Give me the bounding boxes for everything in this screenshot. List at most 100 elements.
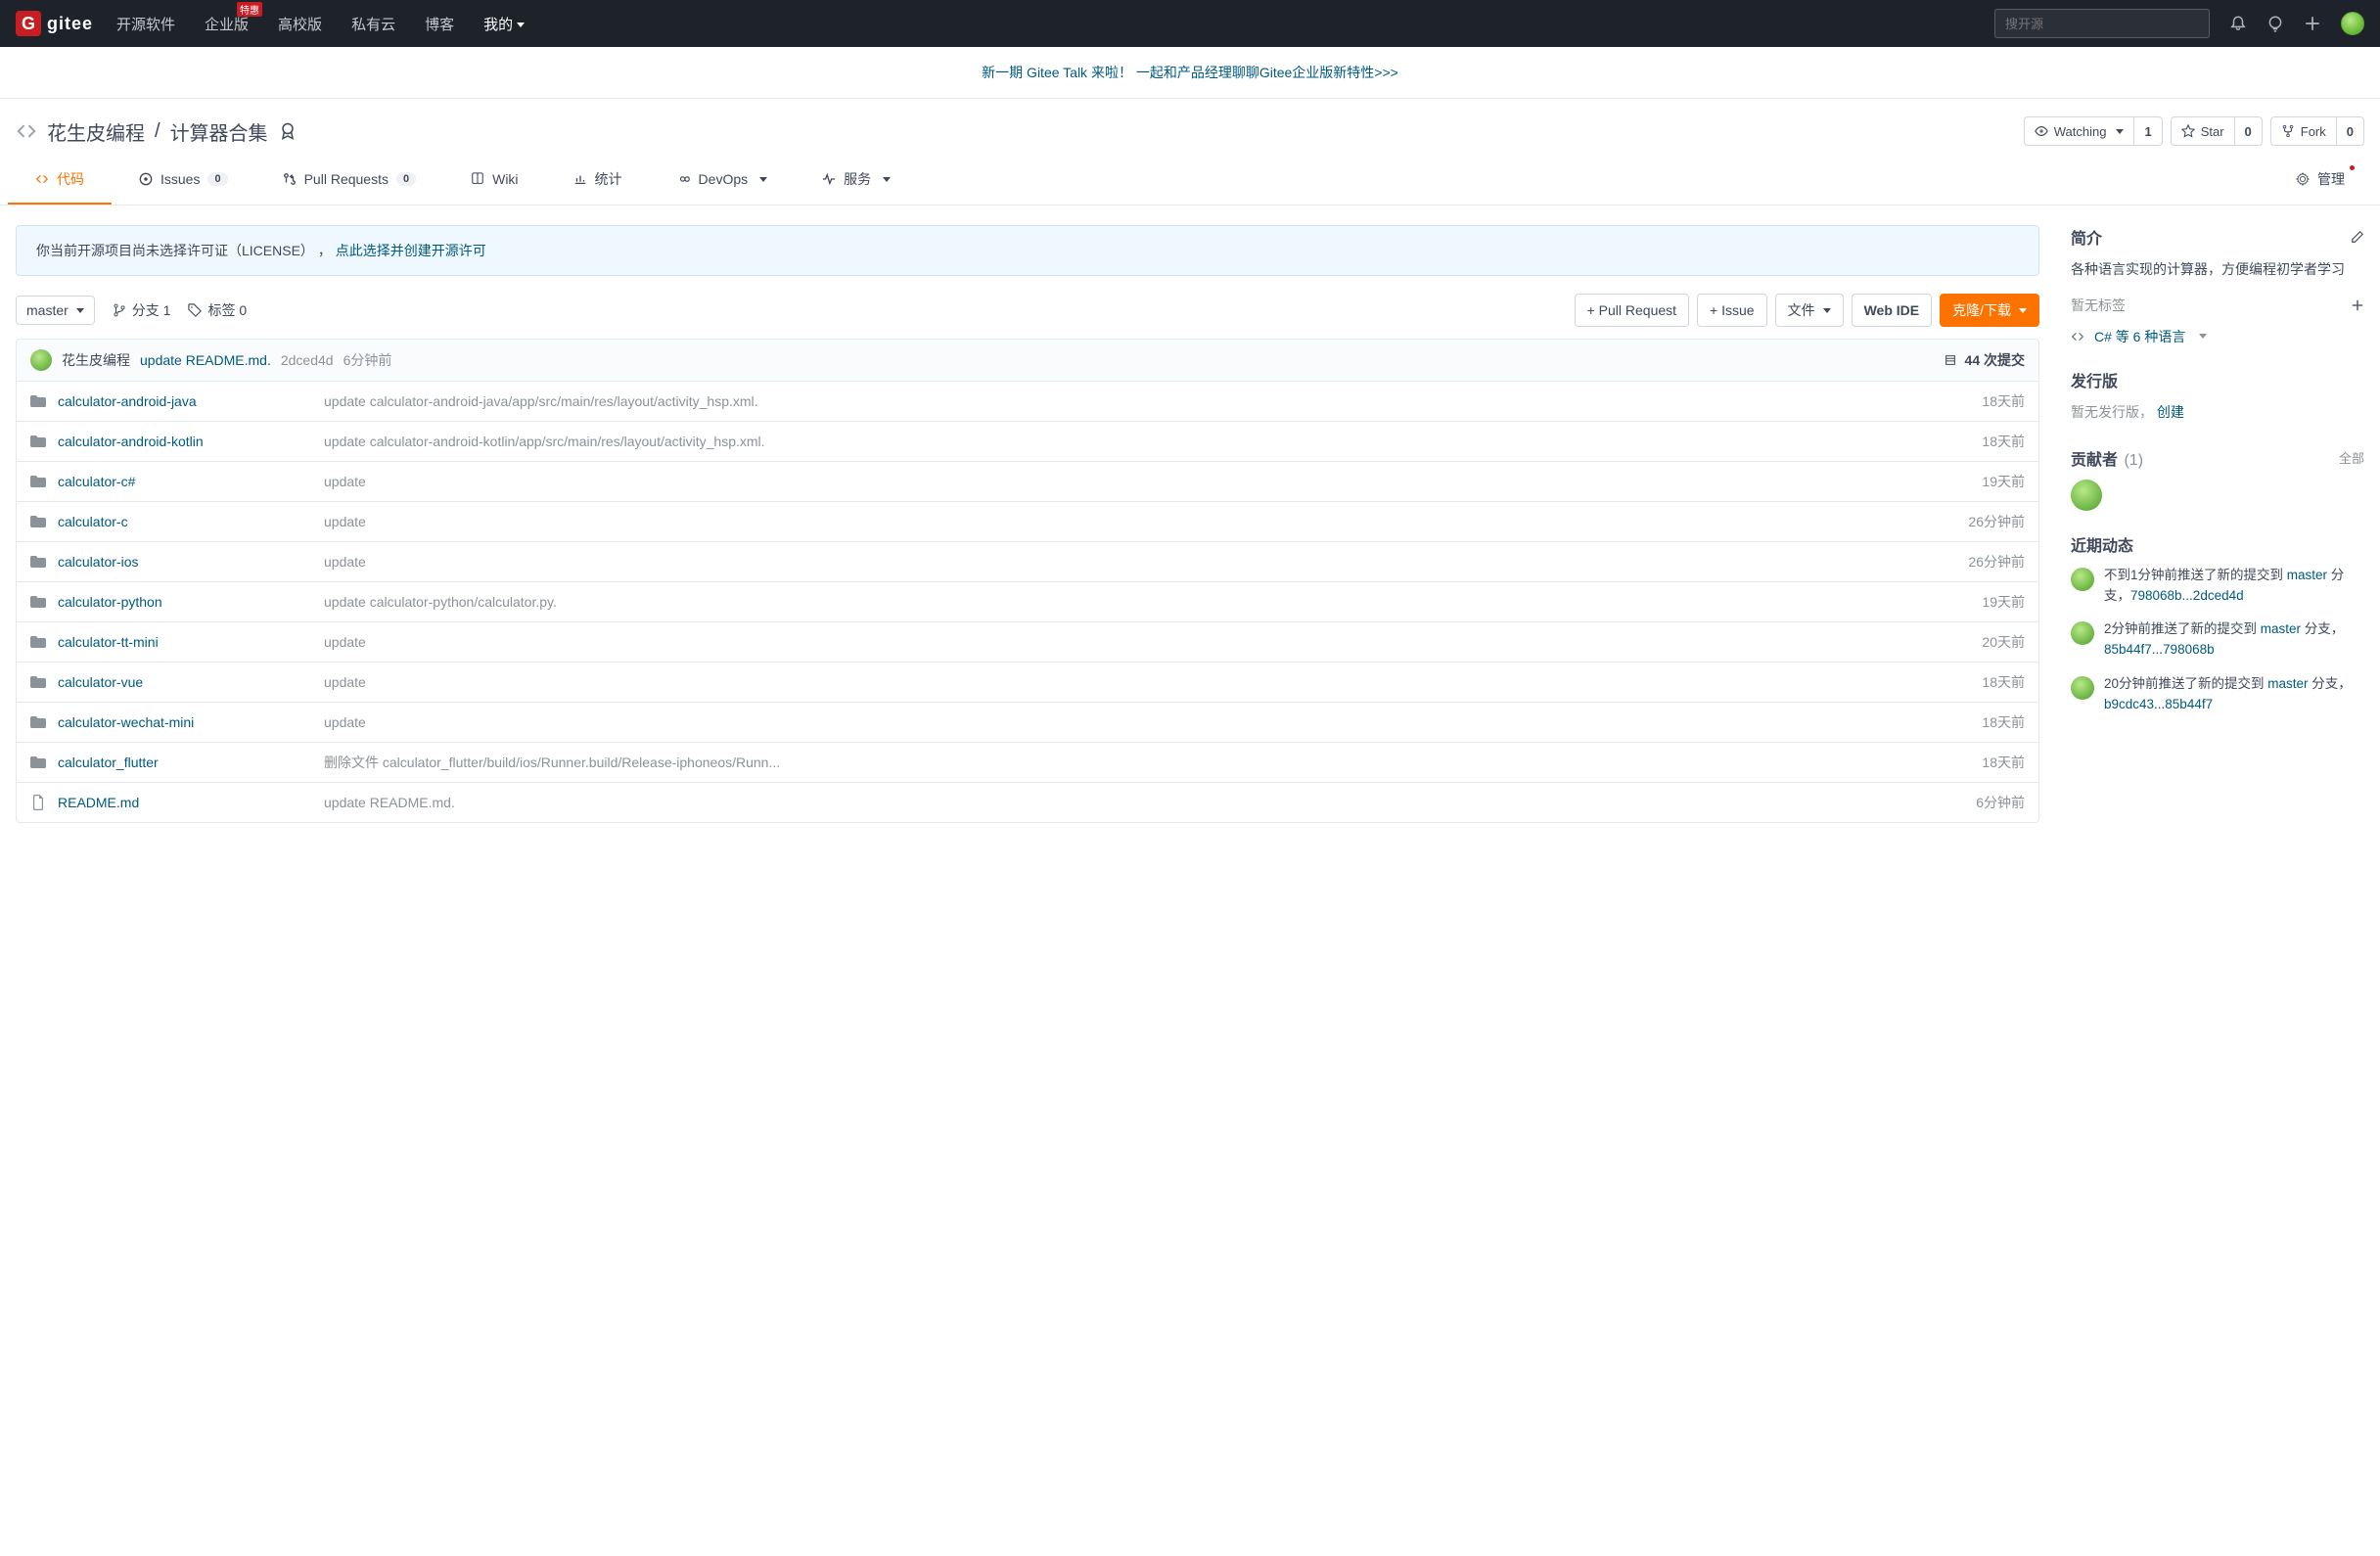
tab-wiki[interactable]: Wiki (443, 156, 545, 205)
tab-stats[interactable]: 统计 (546, 156, 650, 205)
webide-button[interactable]: Web IDE (1852, 294, 1933, 327)
announcement-link[interactable]: 新一期 Gitee Talk 来啦！ 一起和产品经理聊聊Gitee企业版新特性>… (982, 65, 1398, 80)
file-commit-msg[interactable]: 删除文件 calculator_flutter/build/ios/Runner… (324, 753, 1935, 772)
file-commit-msg[interactable]: update README.md. (324, 795, 1935, 810)
file-name-link[interactable]: calculator_flutter (58, 755, 312, 770)
badge-icon[interactable] (278, 121, 298, 141)
star-label: Star (2201, 124, 2224, 139)
plus-icon[interactable] (2304, 15, 2321, 32)
file-commit-msg[interactable]: update calculator-android-kotlin/app/src… (324, 434, 1935, 449)
branches-text: 分支 1 (132, 300, 171, 320)
commit-message[interactable]: update README.md. (140, 352, 271, 368)
chevron-down-icon (759, 177, 767, 182)
file-commit-msg[interactable]: update (324, 554, 1935, 570)
file-name-link[interactable]: calculator-python (58, 594, 312, 610)
file-name-link[interactable]: calculator-ios (58, 554, 312, 570)
tab-pr[interactable]: Pull Requests0 (255, 156, 444, 205)
repo-tabs: 代码 Issues0 Pull Requests0 Wiki 统计 DevOps… (0, 156, 2380, 206)
nav-mine[interactable]: 我的 (483, 14, 525, 34)
tags-link[interactable]: 标签 0 (188, 300, 247, 320)
activity-hash[interactable]: 85b44f7...798068b (2104, 642, 2215, 657)
tab-services[interactable]: 服务 (795, 156, 918, 205)
file-icon (30, 795, 46, 810)
file-commit-msg[interactable]: update calculator-python/calculator.py. (324, 594, 1935, 610)
file-commit-msg[interactable]: update (324, 714, 1935, 730)
file-name-link[interactable]: README.md (58, 795, 312, 810)
star-button[interactable]: Star 0 (2171, 116, 2263, 146)
fork-button[interactable]: Fork 0 (2270, 116, 2364, 146)
repo-name[interactable]: 计算器合集 (170, 117, 268, 146)
activity-hash[interactable]: 798068b...2dced4d (2130, 588, 2244, 603)
file-commit-msg[interactable]: update (324, 674, 1935, 690)
file-name-link[interactable]: calculator-vue (58, 674, 312, 690)
tab-issues[interactable]: Issues0 (112, 156, 255, 205)
file-commit-msg[interactable]: update (324, 474, 1935, 489)
gear-icon (2296, 172, 2310, 186)
nav-opensource[interactable]: 开源软件 (116, 14, 175, 34)
nav-enterprise[interactable]: 企业版特惠 (205, 14, 249, 34)
contributors-title: 贡献者 (1) (2071, 446, 2143, 470)
file-name-link[interactable]: calculator-wechat-mini (58, 714, 312, 730)
logo[interactable]: G gitee (16, 11, 93, 36)
file-dropdown[interactable]: 文件 (1775, 294, 1844, 327)
search-input[interactable] (1994, 9, 2210, 38)
activity-text: 不到1分钟前推送了新的提交到 master 分支，798068b...2dced… (2104, 566, 2364, 607)
avatar[interactable] (2341, 12, 2364, 35)
file-time: 26分钟前 (1946, 512, 2025, 531)
branches-link[interactable]: 分支 1 (113, 300, 171, 320)
tab-manage[interactable]: 管理 (2268, 156, 2372, 205)
license-notice: 你当前开源项目尚未选择许可证（LICENSE） ， 点此选择并创建开源许可 (16, 225, 2039, 276)
plus-icon[interactable] (2351, 298, 2364, 312)
file-commit-msg[interactable]: update (324, 634, 1935, 650)
commit-author[interactable]: 花生皮编程 (62, 350, 130, 370)
activity-avatar[interactable] (2071, 621, 2094, 645)
file-toolbar: master 分支 1 标签 0 + Pull Request + Issue … (16, 294, 2039, 327)
activity-hash[interactable]: b9cdc43...85b44f7 (2104, 697, 2213, 711)
activity-branch[interactable]: master (2287, 568, 2327, 582)
create-release-link[interactable]: 创建 (2157, 404, 2184, 420)
file-name-link[interactable]: calculator-c (58, 514, 312, 529)
intro-text: 各种语言实现的计算器，方便编程初学者学习 (2071, 258, 2364, 282)
new-pr-button[interactable]: + Pull Request (1575, 294, 1689, 327)
file-commit-msg[interactable]: update (324, 514, 1935, 529)
license-link[interactable]: 点此选择并创建开源许可 (336, 243, 486, 258)
commits-count[interactable]: 44 次提交 (1965, 350, 2025, 370)
repo-title: 花生皮编程 / 计算器合集 (16, 117, 298, 146)
file-name-link[interactable]: calculator-android-kotlin (58, 434, 312, 449)
bulb-icon[interactable] (2266, 15, 2284, 32)
activity-avatar[interactable] (2071, 568, 2094, 591)
activity-branch[interactable]: master (2267, 676, 2308, 691)
chevron-down-icon (517, 23, 525, 27)
clone-btn-label: 克隆/下载 (1952, 300, 2011, 320)
branch-select[interactable]: master (16, 296, 95, 325)
watch-button[interactable]: Watching 1 (2024, 116, 2163, 146)
contributor-avatar[interactable] (2071, 480, 2102, 511)
contributors-all-link[interactable]: 全部 (2339, 448, 2364, 467)
clone-button[interactable]: 克隆/下载 (1940, 294, 2039, 327)
activity-branch[interactable]: master (2261, 621, 2301, 636)
bell-icon[interactable] (2229, 15, 2247, 32)
file-time: 20天前 (1946, 632, 2025, 652)
activity-avatar[interactable] (2071, 676, 2094, 700)
star-icon (2181, 124, 2195, 138)
pr-icon (283, 172, 297, 186)
list-icon (1944, 353, 1957, 367)
file-name-link[interactable]: calculator-android-java (58, 393, 312, 409)
language-dropdown[interactable]: C# 等 6 种语言 (2071, 327, 2364, 346)
new-issue-button[interactable]: + Issue (1697, 294, 1767, 327)
nav-private[interactable]: 私有云 (351, 14, 395, 34)
file-name-link[interactable]: calculator-c# (58, 474, 312, 489)
repo-owner[interactable]: 花生皮编程 (47, 117, 145, 146)
commit-author-avatar[interactable] (30, 349, 52, 371)
issues-count: 0 (207, 172, 227, 186)
file-commit-msg[interactable]: update calculator-android-java/app/src/m… (324, 393, 1935, 409)
file-name-link[interactable]: calculator-tt-mini (58, 634, 312, 650)
activity-item: 不到1分钟前推送了新的提交到 master 分支，798068b...2dced… (2071, 566, 2364, 607)
nav-college[interactable]: 高校版 (278, 14, 322, 34)
nav-blog[interactable]: 博客 (425, 14, 454, 34)
file-time: 18天前 (1946, 753, 2025, 772)
tab-devops[interactable]: DevOps (650, 156, 796, 205)
tab-code[interactable]: 代码 (8, 156, 112, 205)
edit-icon[interactable] (2351, 230, 2364, 244)
commit-hash[interactable]: 2dced4d (281, 352, 334, 368)
